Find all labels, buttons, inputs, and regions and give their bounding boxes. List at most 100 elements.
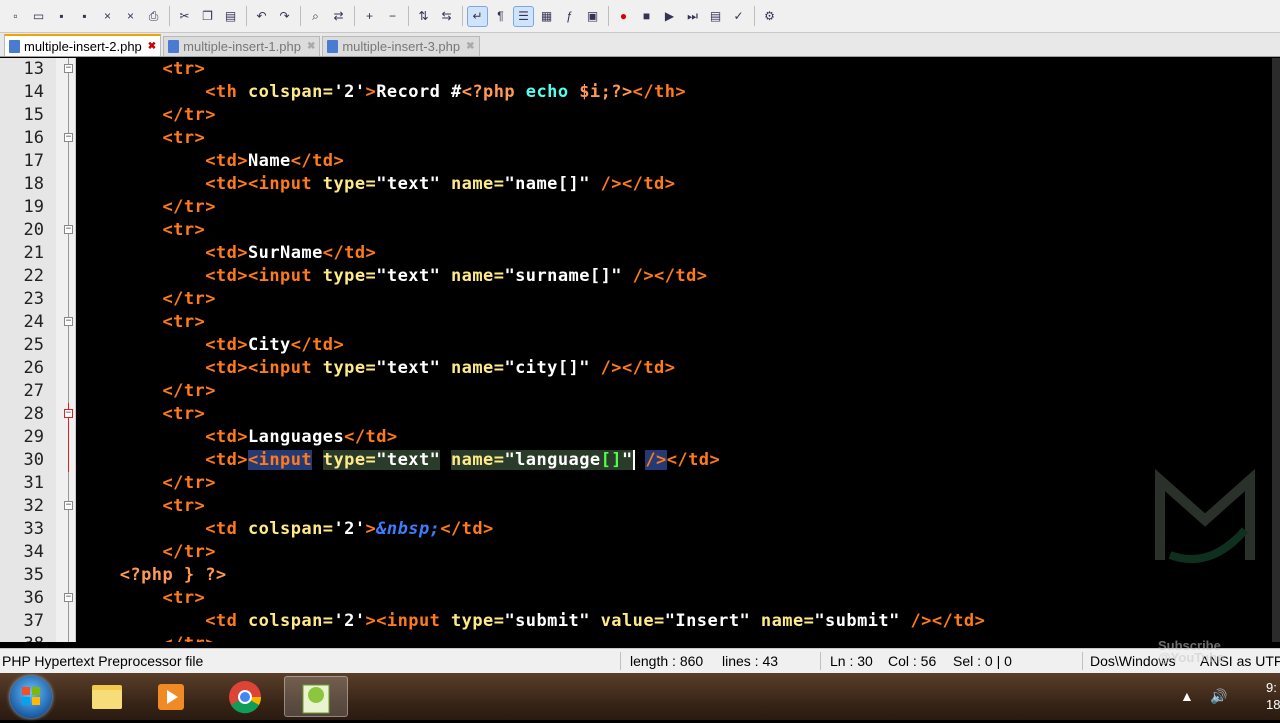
line-number: 14 xyxy=(23,82,44,102)
code-line: 24 − <tr> xyxy=(0,311,1272,334)
code-line: 22 <td><input type="text" name="surname[… xyxy=(0,265,1272,288)
fold-toggle-icon[interactable]: − xyxy=(64,225,73,234)
paste-icon[interactable]: ▤ xyxy=(221,7,240,26)
code-line: 19 </tr> xyxy=(0,196,1272,219)
code-text: <td>Languages</td> xyxy=(205,427,398,447)
clock[interactable]: 9: 18- xyxy=(1266,679,1280,713)
code-text: <tr> xyxy=(162,220,206,240)
sync-horizontal-icon[interactable]: ⇆ xyxy=(437,7,456,26)
record-macro-icon[interactable]: ● xyxy=(614,7,633,26)
fold-line xyxy=(68,449,69,472)
fold-toggle-icon[interactable]: − xyxy=(64,501,73,510)
fold-toggle-icon[interactable]: − xyxy=(64,593,73,602)
fold-line xyxy=(68,81,69,104)
tab-multiple-insert-2-php[interactable]: multiple-insert-2.php ✖ xyxy=(4,34,162,56)
code-line: 20 − <tr> xyxy=(0,219,1272,242)
code-line: 35 <?php } ?> xyxy=(0,564,1272,587)
doc-map-icon[interactable]: ▦ xyxy=(537,7,556,26)
folder-workspace-icon[interactable]: ▣ xyxy=(583,7,602,26)
new-file-icon[interactable]: ▫ xyxy=(6,7,25,26)
status-file-type: PHP Hypertext Preprocessor file xyxy=(2,653,204,669)
toolbar-separator xyxy=(169,6,170,26)
indent-guide-icon[interactable]: ☰ xyxy=(513,5,534,27)
code-text: </tr> xyxy=(162,289,216,309)
line-number: 21 xyxy=(23,243,44,263)
fold-toggle-icon[interactable]: − xyxy=(64,317,73,326)
taskbar-media-player[interactable] xyxy=(142,676,200,717)
tray-arrow-icon[interactable]: ▲ xyxy=(1180,688,1194,704)
line-number: 17 xyxy=(23,151,44,171)
find-icon[interactable]: ⌕ xyxy=(306,7,325,26)
save-macro-icon[interactable]: ▤ xyxy=(706,7,725,26)
word-wrap-icon[interactable]: ↵ xyxy=(467,5,488,27)
code-line: 21 <td>SurName</td> xyxy=(0,242,1272,265)
code-line: 17 <td>Name</td> xyxy=(0,150,1272,173)
close-all-icon[interactable]: × xyxy=(121,7,140,26)
open-file-icon[interactable]: ▭ xyxy=(29,7,48,26)
tab-close-icon[interactable]: ✖ xyxy=(466,41,474,52)
code-line: 25 <td>City</td> xyxy=(0,334,1272,357)
save-all-icon[interactable]: ▪ xyxy=(75,7,94,26)
function-list-icon[interactable]: ƒ xyxy=(560,7,579,26)
tab-multiple-insert-3-php[interactable]: multiple-insert-3.php ✖ xyxy=(322,36,480,56)
taskbar-chrome[interactable] xyxy=(216,676,274,717)
fold-toggle-icon[interactable]: − xyxy=(64,409,73,418)
fold-toggle-icon[interactable]: − xyxy=(64,133,73,142)
redo-icon[interactable]: ↷ xyxy=(275,7,294,26)
copy-icon[interactable]: ❐ xyxy=(198,7,217,26)
code-text: <tr> xyxy=(162,496,206,516)
taskbar-explorer[interactable] xyxy=(78,676,136,717)
code-text: <td><input type="text" name="surname[]" … xyxy=(205,266,708,286)
code-text: <tr> xyxy=(162,59,206,79)
code-text: </tr> xyxy=(162,381,216,401)
volume-icon[interactable]: 🔊 xyxy=(1210,688,1227,705)
print-icon[interactable]: ⎙ xyxy=(144,7,163,26)
code-editor[interactable]: 13− <tr> 14 <th colspan='2'>Record #<?php… xyxy=(0,58,1280,642)
plugin-icon[interactable]: ⚙ xyxy=(760,7,779,26)
code-text: <td colspan='2'><input type="submit" val… xyxy=(205,611,986,631)
file-icon xyxy=(168,40,180,53)
line-number: 13 xyxy=(23,59,44,79)
code-text: </tr> xyxy=(162,473,216,493)
fold-line xyxy=(68,104,69,127)
run-macro-multiple-icon[interactable]: ⏭ xyxy=(683,7,702,26)
tab-label: multiple-insert-1.php xyxy=(183,39,301,54)
code-text: </tr> xyxy=(77,633,216,642)
cut-icon[interactable]: ✂ xyxy=(175,7,194,26)
explorer-icon xyxy=(92,685,122,709)
tab-close-icon[interactable]: ✖ xyxy=(307,41,315,52)
code-text: </tr> xyxy=(162,197,216,217)
code-line: 33 <td colspan='2'>&nbsp;</td> xyxy=(0,518,1272,541)
code-text: </tr> xyxy=(162,542,216,562)
line-number: 30 xyxy=(23,450,44,470)
sync-vertical-icon[interactable]: ⇅ xyxy=(414,7,433,26)
zoom-in-icon[interactable]: + xyxy=(360,7,379,26)
spell-check-icon[interactable]: ✓ xyxy=(729,7,748,26)
code-text: <tr> xyxy=(162,312,206,332)
vertical-scrollbar[interactable] xyxy=(1272,58,1280,642)
fold-line xyxy=(68,173,69,196)
tab-multiple-insert-1-php[interactable]: multiple-insert-1.php ✖ xyxy=(163,36,321,56)
code-line: 32 − <tr> xyxy=(0,495,1272,518)
play-macro-icon[interactable]: ▶ xyxy=(660,7,679,26)
start-button[interactable] xyxy=(10,676,52,718)
line-number: 16 xyxy=(23,128,44,148)
close-icon[interactable]: × xyxy=(98,7,117,26)
tab-close-icon[interactable]: ✖ xyxy=(148,41,156,52)
file-icon xyxy=(327,40,339,53)
code-line: 16 − <tr> xyxy=(0,127,1272,150)
fold-line xyxy=(68,150,69,173)
line-number: 22 xyxy=(23,266,44,286)
show-all-chars-icon[interactable]: ¶ xyxy=(491,7,510,26)
fold-line xyxy=(68,472,69,495)
code-line: 30 <td><input type="text" name="language… xyxy=(0,449,1272,472)
stop-macro-icon[interactable]: ■ xyxy=(637,7,656,26)
replace-icon[interactable]: ⇄ xyxy=(329,7,348,26)
zoom-out-icon[interactable]: − xyxy=(383,7,402,26)
taskbar-notepad-plus-plus[interactable] xyxy=(284,676,348,717)
code-line: 36 − <tr> xyxy=(0,587,1272,610)
channel-logo-watermark xyxy=(1155,468,1255,564)
save-icon[interactable]: ▪ xyxy=(52,7,71,26)
fold-toggle-icon[interactable]: − xyxy=(64,64,73,73)
undo-icon[interactable]: ↶ xyxy=(252,7,271,26)
